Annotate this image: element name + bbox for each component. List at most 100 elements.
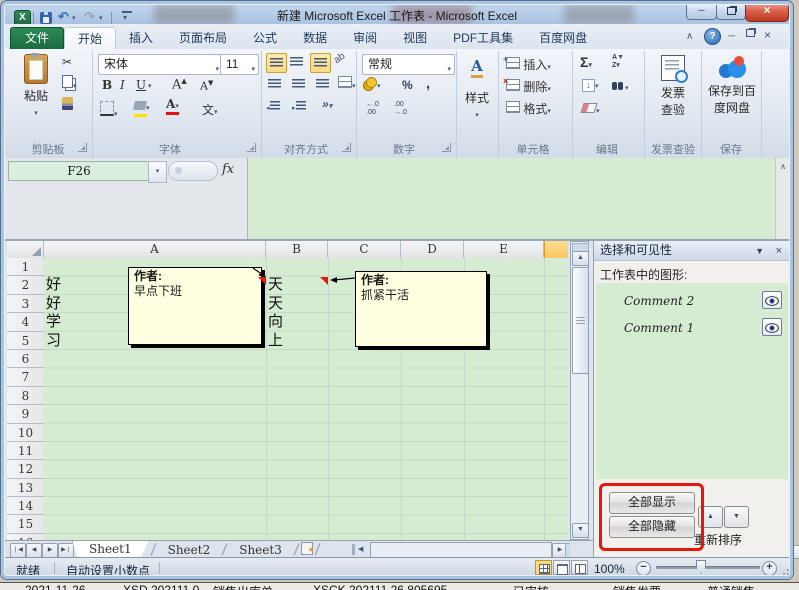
zoom-slider-thumb[interactable] [696,560,706,574]
number-format-combo[interactable]: 常规 ▾ [362,54,455,75]
normal-view-button[interactable] [535,560,552,575]
row-header-14[interactable]: 14 [7,497,44,516]
excel-logo-icon[interactable]: X [14,10,31,24]
cut-button[interactable]: ✂ [62,55,72,69]
accounting-format-button[interactable]: ▾ [366,77,381,91]
insert-cells-button[interactable]: + 插入▾ [503,54,551,73]
align-center-button[interactable] [292,77,305,91]
align-right-button[interactable] [316,77,329,91]
shrink-font-button[interactable]: A▼ [200,79,213,93]
font-size-combo[interactable]: 11 ▾ [220,54,259,75]
ribbon-tab-PDF工具集[interactable]: PDF工具集 [440,27,526,49]
format-painter-button[interactable] [62,97,73,113]
delete-cells-button[interactable]: × 删除▾ [503,76,551,95]
paste-button[interactable]: 粘贴 ▾ [16,53,56,118]
formula-bar-collapse-icon[interactable]: ∧ [775,158,790,239]
name-box[interactable]: F26 [8,161,150,181]
window-restore-button[interactable] [716,3,746,20]
insert-worksheet-button[interactable]: * [300,541,313,558]
save-to-baidu-button[interactable]: 保存到百 度网盘 [706,55,758,116]
row-header-11[interactable]: 11 [7,441,44,461]
undo-dropdown-icon[interactable]: ▾ [72,14,76,22]
cell-B4[interactable]: 向 [268,313,283,331]
comment-box-1[interactable]: 作者: 早点下班 [128,267,262,345]
column-header-B[interactable]: B [266,241,328,258]
invoice-check-button[interactable]: 发票 查验 [650,55,696,118]
borders-button[interactable]: ▾ [100,101,118,119]
wrap-text-button[interactable]: »▾ [322,97,332,111]
grow-font-button[interactable]: A▲ [172,77,187,92]
ribbon-tab-插入[interactable]: 插入 [116,27,166,49]
row-header-10[interactable]: 10 [7,423,44,442]
collapse-ribbon-icon[interactable]: ∧ [686,31,693,42]
name-box-dropdown-icon[interactable]: ▾ [148,161,167,183]
shape-list-item[interactable]: Comment 2 [596,291,788,313]
font-dialog-launcher[interactable] [247,143,256,152]
fill-color-button[interactable]: ▾ [133,99,150,117]
row-header-1[interactable]: 1 [7,258,44,277]
pane-close-icon[interactable]: × [776,241,782,261]
tab-split-handle[interactable] [352,544,355,555]
zoom-slider-track[interactable] [656,566,760,569]
comma-style-button[interactable]: , [426,75,430,92]
vertical-scroll-thumb[interactable] [572,267,589,374]
underline-button[interactable]: U [136,78,146,92]
fill-button[interactable]: ↓ ▾ [582,77,599,92]
pane-menu-icon[interactable]: ▼ [755,241,764,261]
merge-center-button[interactable]: ▾ [338,76,356,91]
worksheet-grid[interactable]: 好好学习 天天向上 [44,258,568,540]
row-header-7[interactable]: 7 [7,368,44,387]
phonetic-button[interactable]: 文▾ [202,101,218,118]
row-header-15[interactable]: 15 [7,515,44,534]
bold-button[interactable]: B [102,78,112,92]
row-header-13[interactable]: 13 [7,478,44,498]
autosum-button[interactable]: Σ▾ [580,54,592,70]
visibility-toggle-button[interactable] [762,291,782,309]
percent-style-button[interactable]: % [402,78,413,92]
ribbon-tab-审阅[interactable]: 审阅 [340,27,390,49]
row-header-9[interactable]: 9 [7,405,44,424]
visibility-toggle-button[interactable] [762,318,782,336]
sheet-tab-Sheet2[interactable]: Sheet2 [158,542,221,558]
redo-icon[interactable]: ↷ [84,9,95,24]
column-header-C[interactable]: C [328,241,401,258]
customize-qat-icon[interactable] [122,11,132,22]
comment-box-2[interactable]: 作者: 抓紧干活 [355,271,487,347]
ribbon-tab-视图[interactable]: 视图 [390,27,440,49]
find-select-button[interactable]: ▾ [612,79,629,93]
copy-button[interactable]: ▾ [62,75,77,91]
clipboard-dialog-launcher[interactable] [78,143,87,152]
row-header-5[interactable]: 5 [7,331,44,350]
scroll-down-button[interactable]: ▼ [572,523,589,538]
cell-B2[interactable]: 天 [268,276,283,294]
row-header-6[interactable]: 6 [7,349,44,369]
file-tab[interactable]: 文件 [10,27,64,50]
zoom-out-button[interactable]: − [636,561,651,576]
workbook-close-icon[interactable]: × [764,28,771,42]
sort-filter-button[interactable]: A▼ Z▾ [612,54,624,70]
page-layout-view-button[interactable] [553,560,570,575]
save-icon[interactable] [40,12,52,24]
row-header-2[interactable]: 2 [7,276,44,295]
decrease-indent-button[interactable]: ◂ [266,99,280,113]
align-left-button[interactable] [268,77,281,91]
reorder-down-button[interactable]: ▼ [724,506,749,528]
italic-button[interactable]: I [120,78,125,92]
redo-dropdown-icon[interactable]: ▾ [99,14,103,22]
sheet-tab-Sheet1[interactable]: Sheet1 [72,541,149,558]
prev-sheet-button[interactable]: ◀ [26,543,42,558]
vertical-scrollbar[interactable]: ▲ ▼ [570,241,589,540]
font-color-button[interactable]: A▾ [166,97,179,115]
sheet-tab-Sheet3[interactable]: Sheet3 [229,542,292,558]
ribbon-tab-页面布局[interactable]: 页面布局 [166,27,240,49]
workbook-minimize-icon[interactable]: ─ [728,31,735,42]
first-sheet-button[interactable]: ❘◀ [10,543,26,558]
cell-B5[interactable]: 上 [268,332,283,350]
ribbon-tab-开始[interactable]: 开始 [64,27,117,49]
select-all-button[interactable] [7,241,44,258]
number-dialog-launcher[interactable] [442,143,451,152]
next-sheet-button[interactable]: ▶ [42,543,58,558]
column-header-A[interactable]: A [44,241,266,258]
styles-button[interactable]: A 样式 ▾ [460,57,494,120]
scroll-up-button[interactable]: ▲ [572,251,589,266]
